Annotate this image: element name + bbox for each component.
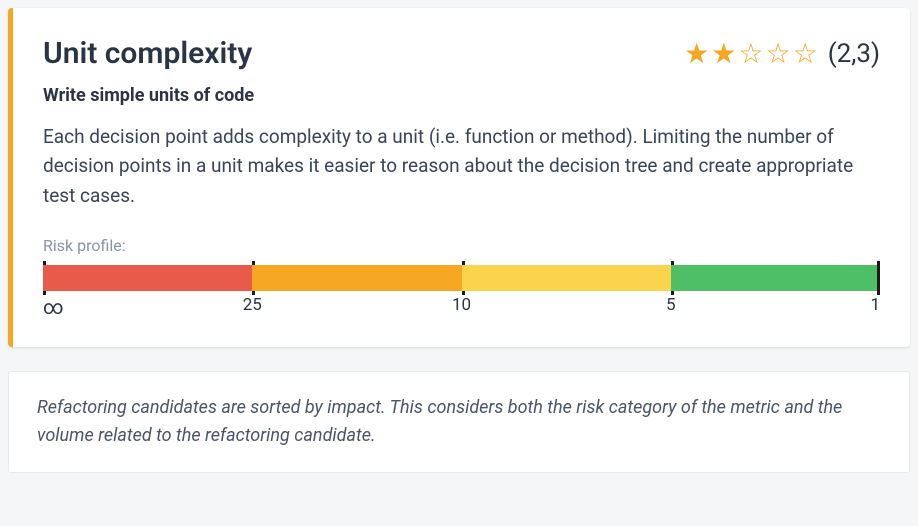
star-rating: ★ ★ ☆ ☆ ☆ (684, 40, 818, 68)
tick-label: 10 (452, 295, 471, 315)
risk-profile-label: Risk profile: (43, 236, 880, 255)
complexity-card: Unit complexity ★ ★ ☆ ☆ ☆ (2,3) Write si… (8, 8, 910, 347)
card-header: Unit complexity ★ ★ ☆ ☆ ☆ (2,3) (43, 36, 880, 71)
refactoring-note: Refactoring candidates are sorted by imp… (8, 371, 910, 473)
risk-segment-low (671, 265, 880, 291)
star-icon: ★ (684, 40, 709, 68)
risk-profile-bar (43, 265, 880, 291)
risk-tick-labels: ∞ 25 10 5 1 (43, 295, 880, 319)
risk-segment-medium (462, 265, 671, 291)
note-text: Refactoring candidates are sorted by imp… (37, 394, 881, 450)
star-icon: ★ (711, 40, 736, 68)
card-subtitle: Write simple units of code (43, 85, 880, 106)
risk-segment-medium-high (252, 265, 461, 291)
star-icon: ☆ (765, 40, 790, 68)
rating-score: (2,3) (828, 39, 880, 69)
risk-segment-high (43, 265, 252, 291)
star-icon: ☆ (738, 40, 763, 68)
tick-label: 25 (243, 295, 262, 315)
card-description: Each decision point adds complexity to a… (43, 122, 880, 210)
rating: ★ ★ ☆ ☆ ☆ (2,3) (684, 39, 880, 69)
star-icon: ☆ (793, 40, 818, 68)
card-title: Unit complexity (43, 36, 252, 71)
tick-label: 5 (666, 295, 676, 315)
tick-label: 1 (870, 295, 880, 315)
tick-label: ∞ (43, 295, 64, 319)
